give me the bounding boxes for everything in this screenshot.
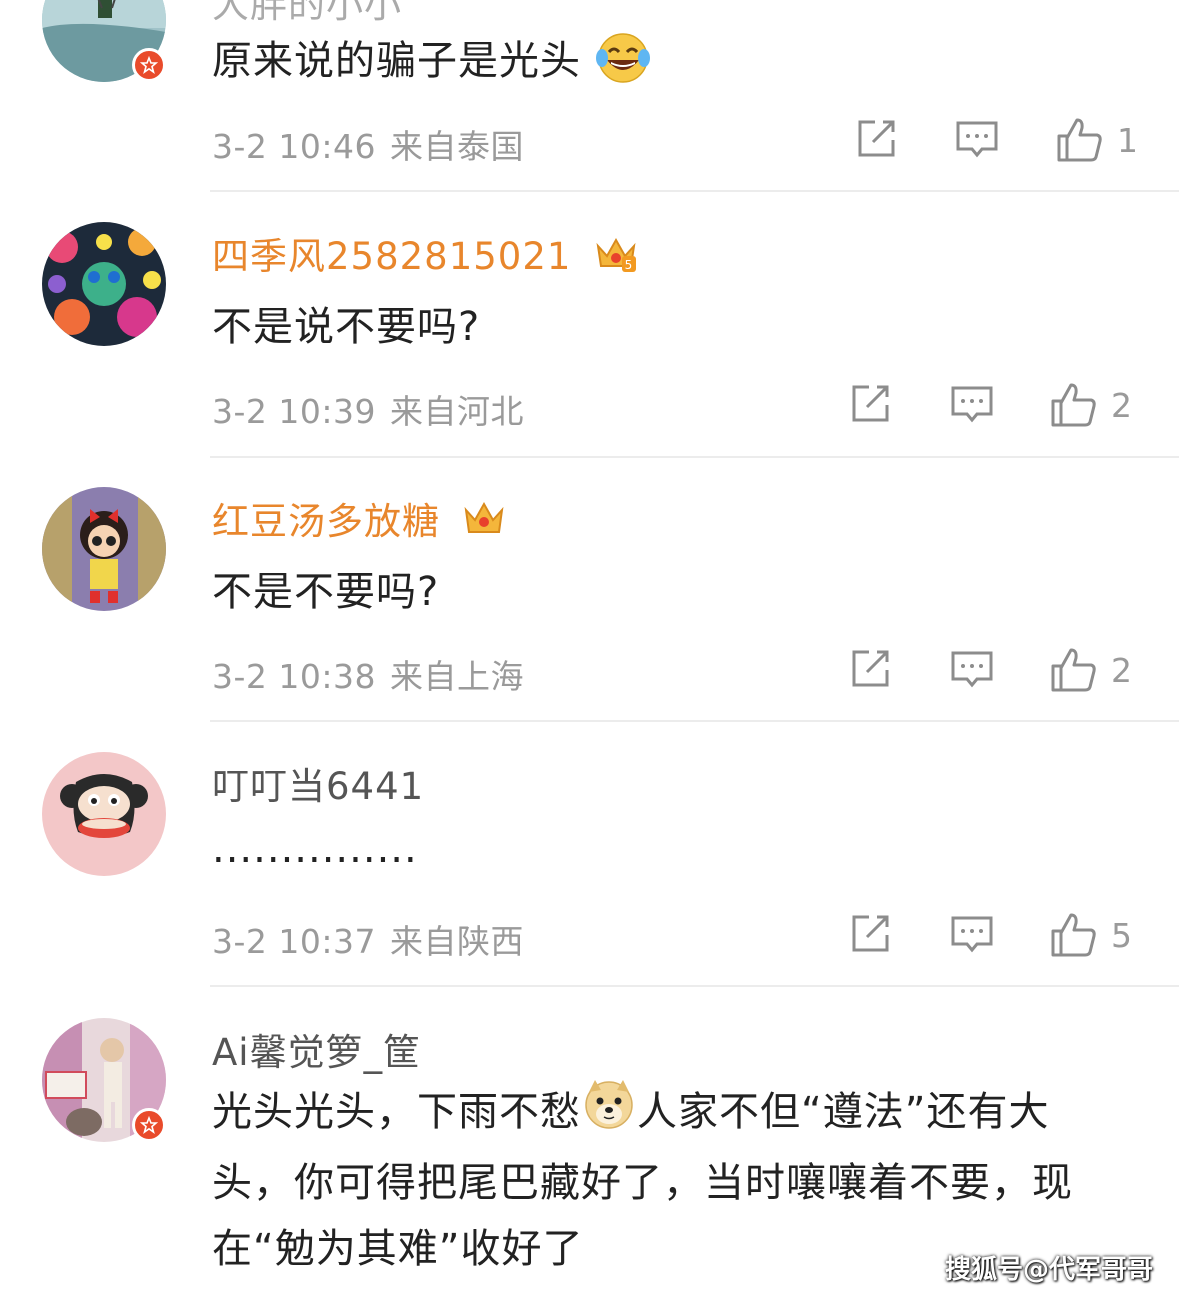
like-button[interactable]: 1 [1055,116,1138,164]
crown-level-5-icon: 5 [594,234,638,283]
thumbs-up-icon [1051,383,1096,427]
share-button[interactable] [855,116,899,160]
reply-button[interactable] [955,116,999,160]
username[interactable]: 红豆汤多放糖 [212,491,505,547]
share-icon [852,915,889,952]
thumbs-up-icon [1057,118,1102,162]
divider [210,720,1179,722]
doge-emoji-icon [581,1078,637,1150]
username[interactable]: 四季风2582815021 5 [212,226,638,283]
comment-actions: 2 [840,646,1150,696]
divider [210,456,1179,458]
share-icon [852,650,889,687]
comment-icon [951,916,993,953]
comment-text: 原来说的骗子是光头 [212,28,651,94]
share-button[interactable] [849,646,893,690]
comment-text: 不是不要吗? [212,569,440,615]
share-icon [852,385,889,422]
thumbs-up-icon [1051,913,1096,957]
comment-list-page: 大胖的小小 原来说的骗子是光头 3-2 10:46 来自泰国 1 四季风2582… [0,0,1179,1298]
like-button[interactable]: 2 [1049,646,1132,694]
like-button[interactable]: 2 [1049,381,1132,429]
comment-text: 不是说不要吗? [212,304,481,350]
comment-location: 来自上海 [390,657,524,696]
comment-location: 来自泰国 [390,127,524,166]
reply-button[interactable] [950,646,994,690]
comment-time: 3-2 10:39 [212,392,376,431]
svg-text:5: 5 [625,258,634,272]
comment-text: ............... [212,826,418,872]
like-count: 5 [1111,915,1132,955]
comment-location: 来自河北 [390,392,524,431]
comment-location: 来自陕西 [390,922,524,961]
comment-time: 3-2 10:37 [212,922,376,961]
comment-icon [951,651,993,688]
comment-time: 3-2 10:46 [212,127,376,166]
comment-actions: 5 [840,911,1150,961]
share-icon [858,120,895,157]
avatar[interactable] [42,487,166,611]
share-button[interactable] [849,381,893,425]
comment-meta: 3-2 10:39 来自河北 [212,385,524,433]
like-button[interactable]: 5 [1049,911,1132,959]
comment-meta: 3-2 10:46 来自泰国 [212,120,524,168]
username[interactable]: Ai馨觉箩_筐 [212,1022,421,1076]
avatar[interactable] [42,222,166,346]
watermark: 搜狐号@代军哥哥 [944,1255,1153,1285]
share-button[interactable] [849,911,893,955]
comment-time: 3-2 10:38 [212,657,376,696]
verified-badge-icon [132,48,166,82]
comment-meta: 3-2 10:37 来自陕西 [212,915,524,963]
reply-button[interactable] [950,911,994,955]
crown-icon [463,500,505,547]
comment-meta: 3-2 10:38 来自上海 [212,650,524,698]
verified-badge-icon [132,1108,166,1142]
avatar[interactable] [42,752,166,876]
comment-actions: 1 [840,116,1150,166]
thumbs-up-icon [1051,648,1096,692]
username[interactable]: 叮叮当6441 [212,756,424,810]
like-count: 1 [1117,120,1138,160]
comment-actions: 2 [840,381,1150,431]
divider [210,190,1179,192]
divider [210,985,1179,987]
comment-icon [951,386,993,423]
username-partial[interactable]: 大胖的小小 [212,0,402,28]
comment-icon [956,121,998,158]
like-count: 2 [1111,385,1132,425]
reply-button[interactable] [950,381,994,425]
laughing-tears-emoji-icon [595,32,651,94]
like-count: 2 [1111,650,1132,690]
